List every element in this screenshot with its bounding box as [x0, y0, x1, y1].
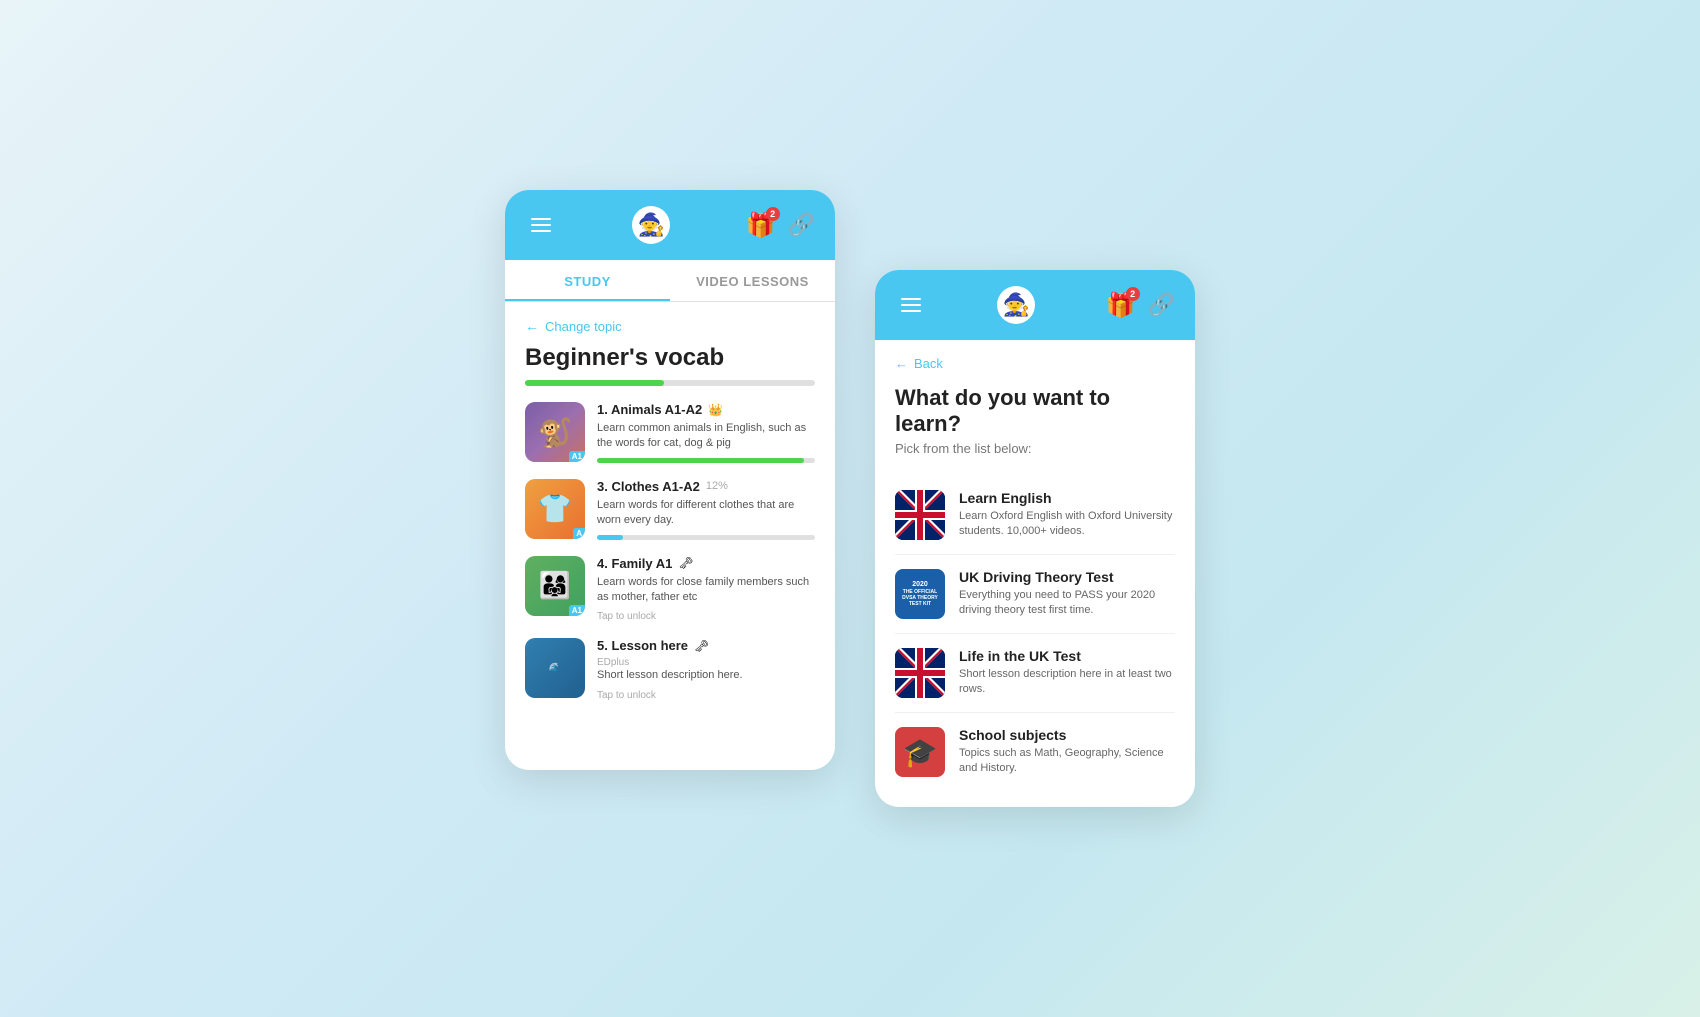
right-header: 🧙 🎁 2 🔗 [875, 270, 1195, 340]
topic-item-learn-english[interactable]: Learn English Learn Oxford English with … [895, 476, 1175, 555]
topic-item-driving[interactable]: 2020 THE OFFICIALDVSA THEORYTEST KIT UK … [895, 555, 1175, 634]
change-topic-link[interactable]: ← Change topic [525, 318, 815, 334]
lesson-percent-clothes: 12% [706, 480, 728, 492]
header-right-icons: 🎁 2 🔗 [746, 211, 815, 240]
topic-item-life-uk[interactable]: Life in the UK Test Short lesson descrip… [895, 634, 1175, 713]
topic-desc-school: Topics such as Math, Geography, Science … [959, 746, 1175, 777]
right-header-icons: 🎁 2 🔗 [1106, 291, 1175, 320]
left-content: ← Change topic Beginner's vocab 🐒 A1 1. … [505, 302, 835, 733]
left-phone: 🧙 🎁 2 🔗 STUDY VIDEO LESSONS ← Change top… [505, 190, 835, 770]
topic-desc-life-uk: Short lesson description here in at leas… [959, 667, 1175, 698]
right-menu-button[interactable] [895, 289, 927, 321]
lesson-progress-animals [597, 458, 815, 463]
lesson-item-animals[interactable]: 🐒 A1 1. Animals A1-A2 👑 Learn common ani… [525, 402, 815, 463]
lesson-title-lesson: 5. Lesson here [597, 638, 688, 653]
lesson-item-clothes[interactable]: 👕 A 3. Clothes A1-A2 12% Learn words for… [525, 479, 815, 540]
right-link-icon[interactable]: 🔗 [1148, 292, 1175, 318]
topic-thumb-uk [895, 490, 945, 540]
right-content: ← Back What do you want to learn? Pick f… [875, 340, 1195, 807]
lesson-desc-animals: Learn common animals in English, such as… [597, 421, 815, 452]
level-badge-a1: A1 [569, 451, 585, 462]
lesson-thumb-lesson: 🌊 [525, 638, 585, 698]
level-badge-family: A1 [569, 605, 585, 616]
level-badge-a: A [573, 528, 585, 539]
crown-icon: 👑 [708, 403, 723, 417]
right-badge-count: 2 [1126, 287, 1140, 301]
badge-count: 2 [766, 207, 780, 221]
topic-thumb-life-uk [895, 648, 945, 698]
topic-name-driving: UK Driving Theory Test [959, 569, 1175, 585]
left-header: 🧙 🎁 2 🔗 [505, 190, 835, 260]
lesson-title-family: 4. Family A1 [597, 556, 672, 571]
lesson-item-family[interactable]: 👨‍👩‍👧 A1 4. Family A1 🗝 Learn words for … [525, 556, 815, 623]
tab-study[interactable]: STUDY [505, 260, 670, 301]
lesson-thumb-family: 👨‍👩‍👧 A1 [525, 556, 585, 616]
badge-icon[interactable]: 🎁 2 [746, 211, 776, 240]
lesson-desc-family: Learn words for close family members suc… [597, 575, 815, 606]
lesson-thumb-animals: 🐒 A1 [525, 402, 585, 462]
tabs-bar: STUDY VIDEO LESSONS [505, 260, 835, 302]
lesson-item-lesson[interactable]: 🌊 5. Lesson here 🗝 EDplus Short lesson d… [525, 638, 815, 700]
learn-title: What do you want to learn? [895, 385, 1175, 437]
key-icon-lesson: 🗝 [694, 639, 709, 653]
lesson-progress-clothes [597, 535, 815, 540]
back-left-arrow-icon: ← [895, 356, 908, 371]
topic-thumb-driving: 2020 THE OFFICIALDVSA THEORYTEST KIT [895, 569, 945, 619]
back-link[interactable]: ← Back [895, 356, 1175, 371]
lesson-desc-clothes: Learn words for different clothes that a… [597, 498, 815, 529]
tap-unlock-lesson: Tap to unlock [597, 690, 815, 701]
topic-title: Beginner's vocab [525, 344, 815, 372]
topic-name-english: Learn English [959, 490, 1175, 506]
topic-name-school: School subjects [959, 727, 1175, 743]
topic-thumb-school: 🎓 [895, 727, 945, 777]
key-icon-family: 🗝 [678, 556, 693, 570]
learn-subtitle: Pick from the list below: [895, 441, 1175, 456]
lesson-thumb-clothes: 👕 A [525, 479, 585, 539]
lesson-title-animals: 1. Animals A1-A2 [597, 402, 702, 417]
lesson-sub-edplus: EDplus [597, 657, 815, 668]
topic-item-school[interactable]: 🎓 School subjects Topics such as Math, G… [895, 713, 1175, 791]
right-avatar[interactable]: 🧙 [997, 286, 1035, 324]
menu-button[interactable] [525, 209, 557, 241]
right-badge-icon[interactable]: 🎁 2 [1106, 291, 1136, 320]
main-progress-fill [525, 380, 664, 386]
lesson-desc-lesson: Short lesson description here. [597, 668, 815, 683]
topic-desc-driving: Everything you need to PASS your 2020 dr… [959, 588, 1175, 619]
lesson-title-clothes: 3. Clothes A1-A2 [597, 479, 700, 494]
link-icon[interactable]: 🔗 [788, 212, 815, 238]
avatar[interactable]: 🧙 [632, 206, 670, 244]
topic-name-life-uk: Life in the UK Test [959, 648, 1175, 664]
tab-video-lessons[interactable]: VIDEO LESSONS [670, 260, 835, 301]
topic-desc-english: Learn Oxford English with Oxford Univers… [959, 509, 1175, 540]
right-phone: 🧙 🎁 2 🔗 ← Back What do you want to learn… [875, 270, 1195, 807]
back-arrow-icon: ← [525, 318, 539, 334]
main-progress-bar [525, 380, 815, 386]
tap-unlock-family: Tap to unlock [597, 611, 815, 622]
